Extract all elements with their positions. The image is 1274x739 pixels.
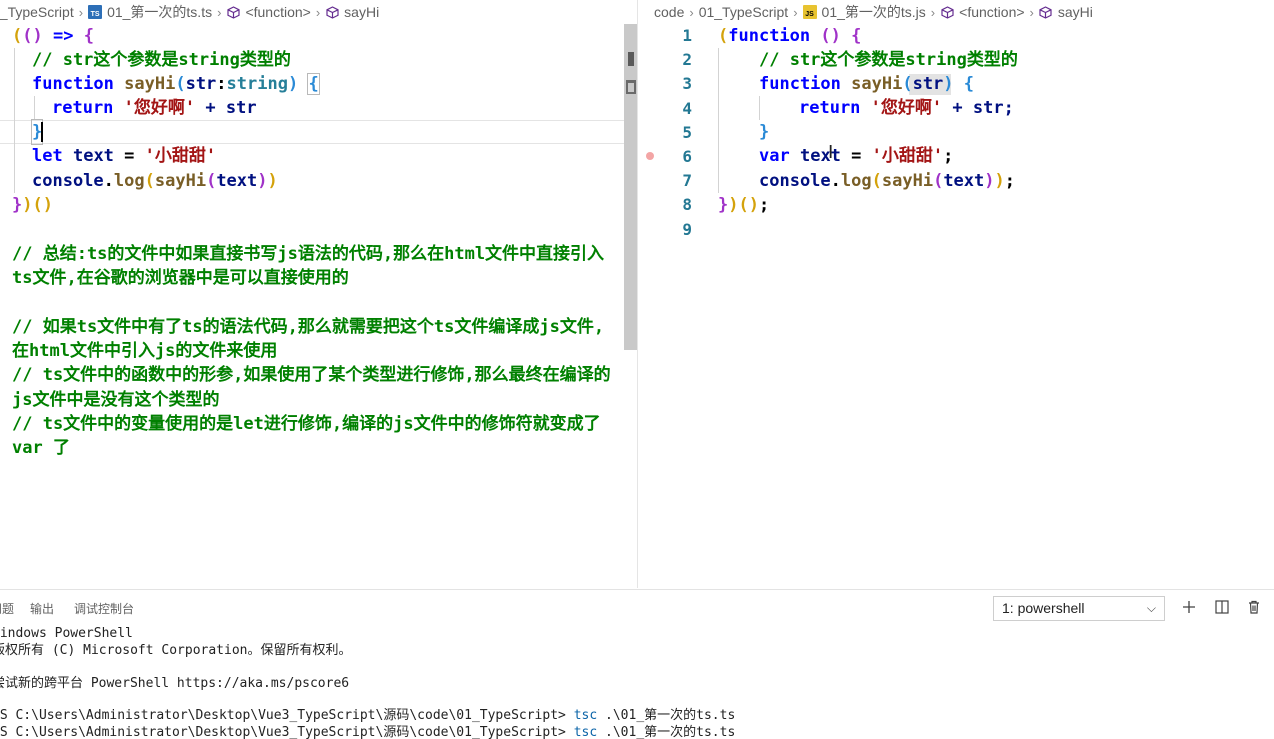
js-line-1: (function () { <box>718 26 862 46</box>
left-editor[interactable]: (() => { // str这个参数是string类型的 function s… <box>0 24 625 588</box>
scrollbar-marker <box>628 52 634 66</box>
cube-symbol-icon <box>226 5 240 19</box>
js-line-3: function sayHi(str) { <box>759 74 975 94</box>
indent-guide <box>34 96 35 120</box>
js-line-2: // str这个参数是string类型的 <box>759 50 1018 70</box>
line-number: 1 <box>682 26 692 45</box>
breadcrumb-file[interactable]: TS 01_第一次的ts.ts <box>88 2 212 22</box>
indent-guide <box>718 48 719 193</box>
panel-tabs: 问题 输出 调试控制台 <box>0 600 154 620</box>
chevron-down-icon: ⌵ <box>1146 601 1156 615</box>
breakpoint-hint-dot[interactable] <box>646 152 654 160</box>
line-number: 4 <box>682 98 692 118</box>
tab-debug-console[interactable]: 调试控制台 <box>74 600 134 620</box>
ts-file-icon: TS <box>88 5 103 19</box>
code-line-1: (() => { <box>12 26 94 46</box>
summary-comment: // 总结:ts的文件中如果直接书写js语法的代码,那么在html文件中直接引入… <box>12 244 605 289</box>
cube-symbol-icon <box>1039 5 1053 19</box>
code-line-4: return '您好啊' + str <box>52 98 257 118</box>
left-scrollbar-thumb[interactable] <box>624 24 637 350</box>
terminal-select[interactable]: 1: powershell ⌵ <box>993 596 1165 621</box>
js-file-icon: JS <box>802 5 817 19</box>
terminal-line: PS C:\Users\Administrator\Desktop\Vue3_T… <box>0 725 736 739</box>
breadcrumb-scope-sayhi[interactable]: sayHi <box>325 4 379 20</box>
line-number: 5 <box>682 122 692 142</box>
terminal-line: Windows PowerShell <box>0 626 133 641</box>
mouse-ibeam-cursor: I <box>828 142 834 163</box>
right-editor[interactable]: 123456789 (function () { // str这个参数是stri… <box>638 24 1274 588</box>
js-line-5: } <box>759 122 770 142</box>
breadcrumb-scope-function[interactable]: <function> <box>940 4 1025 20</box>
trash-icon <box>1249 600 1259 614</box>
js-line-4: return '您好啊' + str; <box>799 98 1014 118</box>
kill-terminal-button[interactable] <box>1244 597 1264 617</box>
indent-guide <box>14 48 15 193</box>
breadcrumb-root[interactable]: code <box>654 4 684 20</box>
terminal-line: 尝试新的跨平台 PowerShell https://aka.ms/pscore… <box>0 676 350 691</box>
split-icon <box>1215 600 1229 614</box>
line-number: 2 <box>682 50 692 70</box>
line-number: 3 <box>682 74 692 94</box>
line-number: 8 <box>682 195 692 215</box>
cube-symbol-icon <box>325 5 339 19</box>
chevron-right-icon: › <box>793 4 798 20</box>
left-breadcrumb: 1_TypeScript › TS 01_第一次的ts.ts › <functi… <box>0 0 379 24</box>
scrollbar-marker <box>626 80 636 94</box>
text-cursor <box>41 122 43 142</box>
chevron-right-icon: › <box>689 4 694 20</box>
terminal-line: PS C:\Users\Administrator\Desktop\Vue3_T… <box>0 708 736 723</box>
chevron-right-icon: › <box>930 4 936 20</box>
js-line-8: })(); <box>718 195 770 215</box>
breadcrumb-scope-function[interactable]: <function> <box>226 4 311 20</box>
breadcrumb-folder[interactable]: 01_TypeScript <box>699 4 789 20</box>
line-number: 9 <box>682 219 692 239</box>
chevron-right-icon: › <box>1029 4 1034 20</box>
cube-symbol-icon <box>940 5 954 19</box>
new-terminal-button[interactable] <box>1179 597 1199 617</box>
code-line-3: function sayHi(str:string) { <box>32 73 320 95</box>
js-line-6: var text = '小甜甜'; <box>759 146 954 166</box>
line-number: 7 <box>682 171 692 191</box>
terminal-line: 版权所有 (C) Microsoft Corporation。保留所有权利。 <box>0 643 352 658</box>
breadcrumb-folder[interactable]: 1_TypeScript <box>0 4 74 20</box>
chevron-right-icon: › <box>217 4 222 20</box>
code-line-2: // str这个参数是string类型的 <box>32 50 291 70</box>
breadcrumb-scope-sayhi[interactable]: sayHi <box>1039 4 1093 20</box>
js-line-7: console.log(sayHi(text)); <box>759 171 1016 191</box>
tab-output[interactable]: 输出 <box>30 600 54 620</box>
split-terminal-button[interactable] <box>1212 597 1232 617</box>
add-icon <box>1183 601 1195 613</box>
current-line-highlight <box>0 120 625 144</box>
notes-comment: // 如果ts文件中有了ts的语法代码,那么就需要把这个ts文件编译成js文件,… <box>12 317 611 459</box>
code-line-7: console.log(sayHi(text)) <box>32 171 278 191</box>
chevron-right-icon: › <box>315 4 321 20</box>
tab-problems[interactable]: 问题 <box>0 600 14 620</box>
breadcrumb-file[interactable]: JS 01_第一次的ts.js <box>802 2 926 22</box>
terminal-panel: 问题 输出 调试控制台 1: powershell ⌵ Windows Powe… <box>0 589 1274 739</box>
chevron-right-icon: › <box>78 4 84 20</box>
code-line-8: })() <box>12 195 53 215</box>
code-line-6: let text = '小甜甜' <box>32 146 217 166</box>
right-breadcrumb: code › 01_TypeScript › JS 01_第一次的ts.js ›… <box>654 0 1093 24</box>
indent-guide <box>759 96 760 120</box>
